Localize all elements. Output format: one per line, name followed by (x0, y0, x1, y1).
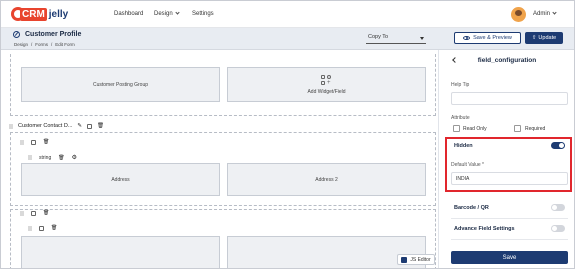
eye-icon (463, 36, 471, 40)
update-button[interactable]: ⇧ Update (525, 32, 563, 44)
breadcrumb-sep: / (51, 42, 53, 47)
breadcrumb-sep: / (31, 42, 33, 47)
drag-handle-icon[interactable] (9, 123, 13, 129)
trash-icon[interactable]: 🗑 (51, 225, 57, 231)
attribute-label: Attribute (451, 115, 470, 121)
field-placeholder[interactable] (227, 236, 426, 268)
drag-handle-icon[interactable] (20, 139, 24, 145)
field-label: Customer Posting Group (92, 81, 149, 88)
trash-icon[interactable]: 🗑 (58, 155, 64, 161)
field-label: Address (111, 176, 130, 183)
user-name: Admin (533, 11, 551, 17)
logo-text-crm: CRM (20, 7, 47, 21)
update-label: Update (538, 35, 557, 41)
chevron-down-icon (175, 10, 180, 15)
field-type-chip: string (39, 154, 52, 161)
user-menu[interactable]: Admin (533, 10, 557, 17)
page-title: Customer Profile (25, 31, 82, 38)
copy-icon[interactable] (31, 139, 36, 145)
drag-handle-icon[interactable] (20, 210, 24, 216)
drag-handle-icon[interactable] (28, 155, 32, 160)
gear-icon[interactable]: ⚙ (72, 154, 77, 161)
save-label: Save (502, 254, 517, 261)
js-editor-button[interactable]: JS Editor (397, 254, 435, 265)
trash-icon[interactable]: 🗑 (43, 139, 49, 145)
divider (451, 218, 568, 219)
app-window: CRM jelly Dashboard Design Settings Admi… (0, 0, 575, 269)
add-widget-field-button[interactable]: + Add Widget/Field (227, 67, 426, 102)
read-only-checkbox[interactable] (453, 125, 460, 132)
read-only-label: Read Only (463, 126, 487, 132)
help-tip-input[interactable] (451, 92, 568, 105)
panel-title: field_configuration (477, 57, 537, 64)
crmjelly-logo[interactable]: CRM jelly (11, 7, 68, 21)
advanced-settings-label: Advance Field Settings (454, 226, 515, 232)
highlight-box (445, 137, 572, 192)
trash-icon[interactable]: 🗑 (97, 123, 104, 129)
help-tip-label: Help Tip (451, 82, 470, 88)
field-customer-posting-group[interactable]: Customer Posting Group (21, 67, 220, 102)
copy-icon[interactable] (39, 225, 44, 231)
breadcrumb: Design / Forms / Edit Form (14, 42, 75, 47)
nav-design-label: Design (154, 11, 173, 17)
breadcrumb-edit-form: Edit Form (55, 42, 75, 47)
add-widget-icon: + (321, 74, 332, 86)
save-preview-button[interactable]: Save & Preview (454, 32, 521, 44)
section-header: Customer Contact D... ✎ 🗑 (9, 123, 104, 129)
page-header: Customer Profile Design / Forms / Edit F… (1, 28, 574, 50)
row-toolbar: 🗑 (28, 225, 57, 231)
caret-down-icon (420, 37, 424, 40)
upload-icon: ⇧ (531, 35, 537, 41)
field-toolbar: string 🗑 ⚙ (28, 154, 77, 161)
top-navbar: CRM jelly Dashboard Design Settings Admi… (1, 1, 574, 28)
field-placeholder[interactable] (21, 236, 220, 268)
advanced-settings-toggle[interactable] (551, 225, 565, 232)
copy-icon[interactable] (31, 210, 36, 216)
required-checkbox[interactable] (514, 125, 521, 132)
breadcrumb-forms[interactable]: Forms (35, 42, 48, 47)
divider (451, 239, 568, 240)
nav-design[interactable]: Design (154, 10, 180, 17)
avatar[interactable] (511, 7, 526, 22)
edit-icon (13, 31, 20, 38)
trash-icon[interactable]: 🗑 (43, 210, 49, 216)
barcode-qr-toggle[interactable] (551, 204, 565, 211)
toggle-knob (552, 205, 557, 210)
field-address[interactable]: Address (21, 163, 220, 196)
barcode-qr-label: Barcode / QR (454, 205, 489, 211)
field-address-2[interactable]: Address 2 (227, 163, 426, 196)
copy-icon[interactable] (87, 123, 93, 129)
js-editor-label: JS Editor (410, 256, 431, 263)
field-label: Address 2 (315, 176, 338, 183)
copy-to-select[interactable]: Copy To (366, 33, 426, 44)
toggle-knob (552, 226, 557, 231)
save-preview-label: Save & Preview (473, 35, 512, 41)
copy-to-label: Copy To (368, 34, 389, 40)
drag-handle-icon[interactable] (28, 225, 32, 231)
section-title: Customer Contact D... (18, 123, 73, 129)
js-icon (401, 256, 408, 263)
save-button[interactable]: Save (451, 251, 568, 264)
row-toolbar: 🗑 (20, 139, 49, 145)
row-toolbar: 🗑 (20, 210, 49, 216)
add-widget-label: Add Widget/Field (307, 88, 346, 95)
breadcrumb-design[interactable]: Design (14, 42, 28, 47)
nav-dashboard[interactable]: Dashboard (114, 11, 143, 17)
form-canvas: Customer Posting Group + Add Widget/Fiel… (1, 50, 438, 268)
logo-text-jelly: jelly (48, 8, 69, 20)
chevron-down-icon (552, 10, 557, 15)
pencil-icon[interactable]: ✎ (77, 123, 82, 129)
nav-settings[interactable]: Settings (192, 11, 214, 17)
required-label: Required (525, 126, 546, 132)
